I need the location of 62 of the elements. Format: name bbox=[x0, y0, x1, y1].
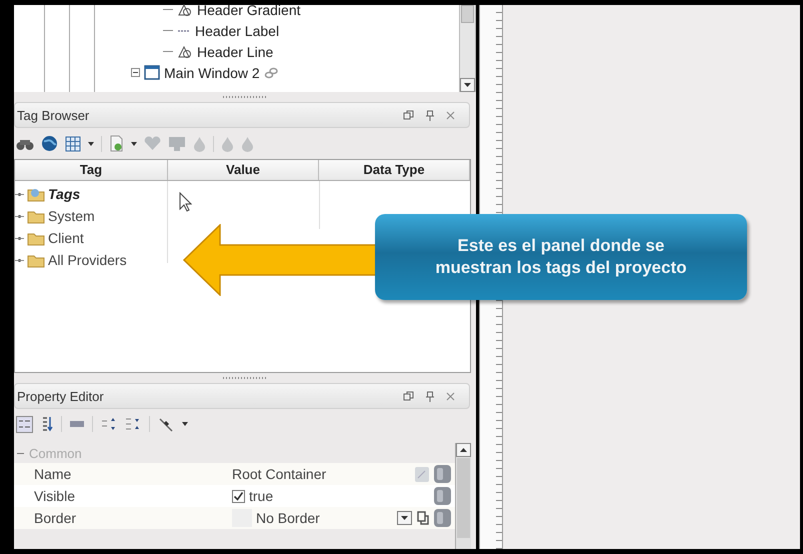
splitter-handle[interactable] bbox=[223, 96, 267, 98]
binding-icon[interactable] bbox=[434, 509, 451, 527]
scroll-thumb[interactable] bbox=[457, 458, 470, 538]
scrollbar[interactable] bbox=[455, 443, 471, 549]
binding-icon[interactable] bbox=[434, 465, 451, 483]
restore-icon[interactable] bbox=[403, 110, 414, 120]
globe-icon[interactable] bbox=[41, 135, 58, 152]
collapse-icon[interactable] bbox=[131, 68, 140, 77]
panel-title: Tag Browser bbox=[17, 108, 90, 122]
tree-item[interactable]: Client bbox=[48, 230, 84, 246]
folder-icon bbox=[27, 252, 45, 268]
property-value[interactable]: No Border bbox=[256, 510, 320, 526]
panel-title: Property Editor bbox=[17, 388, 104, 404]
copy-icon[interactable] bbox=[417, 511, 429, 525]
pin-icon[interactable] bbox=[426, 110, 434, 120]
collapse-all-icon[interactable] bbox=[125, 417, 141, 431]
scroll-down-button[interactable] bbox=[460, 78, 475, 92]
tree-item[interactable]: Header Line bbox=[197, 44, 274, 60]
column-header[interactable]: Data Type bbox=[319, 160, 470, 180]
link-icon bbox=[264, 66, 278, 78]
scrollbar[interactable] bbox=[459, 5, 475, 92]
folder-icon bbox=[27, 208, 45, 224]
close-icon[interactable] bbox=[446, 110, 455, 120]
scroll-thumb[interactable] bbox=[461, 5, 474, 23]
caret-icon[interactable] bbox=[182, 421, 188, 427]
categorized-icon[interactable] bbox=[16, 416, 33, 432]
window-icon bbox=[144, 65, 160, 80]
splitter-handle[interactable] bbox=[223, 377, 267, 379]
mouse-cursor-icon bbox=[179, 192, 192, 212]
column-header[interactable]: Tag bbox=[15, 160, 168, 180]
tree-item[interactable]: Header Gradient bbox=[197, 2, 301, 18]
folder-icon bbox=[27, 230, 45, 246]
provider-folder-icon bbox=[27, 186, 45, 202]
property-name: Visible bbox=[34, 488, 76, 504]
tree-item[interactable]: Main Window 2 bbox=[164, 64, 260, 80]
property-value: true bbox=[249, 488, 274, 504]
page-icon[interactable] bbox=[109, 135, 124, 152]
property-name: Name bbox=[34, 466, 72, 482]
scroll-up-button[interactable] bbox=[456, 443, 471, 457]
wand-icon[interactable] bbox=[158, 416, 174, 432]
tree-item[interactable]: System bbox=[48, 208, 95, 224]
column-header[interactable]: Value bbox=[168, 160, 319, 180]
bar-icon[interactable] bbox=[70, 420, 84, 428]
tree-item[interactable]: Tags bbox=[48, 186, 80, 202]
checkbox[interactable] bbox=[232, 490, 245, 502]
close-icon[interactable] bbox=[446, 392, 455, 400]
shape-icon bbox=[177, 44, 193, 58]
tree-item[interactable]: Header Label bbox=[195, 22, 280, 38]
binding-icon[interactable] bbox=[434, 487, 451, 505]
pin-icon[interactable] bbox=[426, 390, 434, 402]
shape-icon bbox=[177, 2, 193, 16]
caret-icon[interactable] bbox=[88, 140, 94, 146]
callout-text: Este es el panel donde se muestran los tags del proyecto bbox=[435, 235, 687, 279]
property-value: Root Container bbox=[232, 466, 326, 482]
grid-icon[interactable] bbox=[65, 136, 81, 152]
expand-all-icon[interactable] bbox=[101, 417, 117, 431]
caret-icon[interactable] bbox=[131, 140, 137, 146]
dropdown-icon[interactable] bbox=[397, 511, 412, 525]
property-name: Border bbox=[34, 510, 78, 526]
restore-icon[interactable] bbox=[403, 391, 414, 401]
sort-icon[interactable] bbox=[41, 416, 53, 432]
tree-item[interactable]: All Providers bbox=[48, 252, 127, 268]
